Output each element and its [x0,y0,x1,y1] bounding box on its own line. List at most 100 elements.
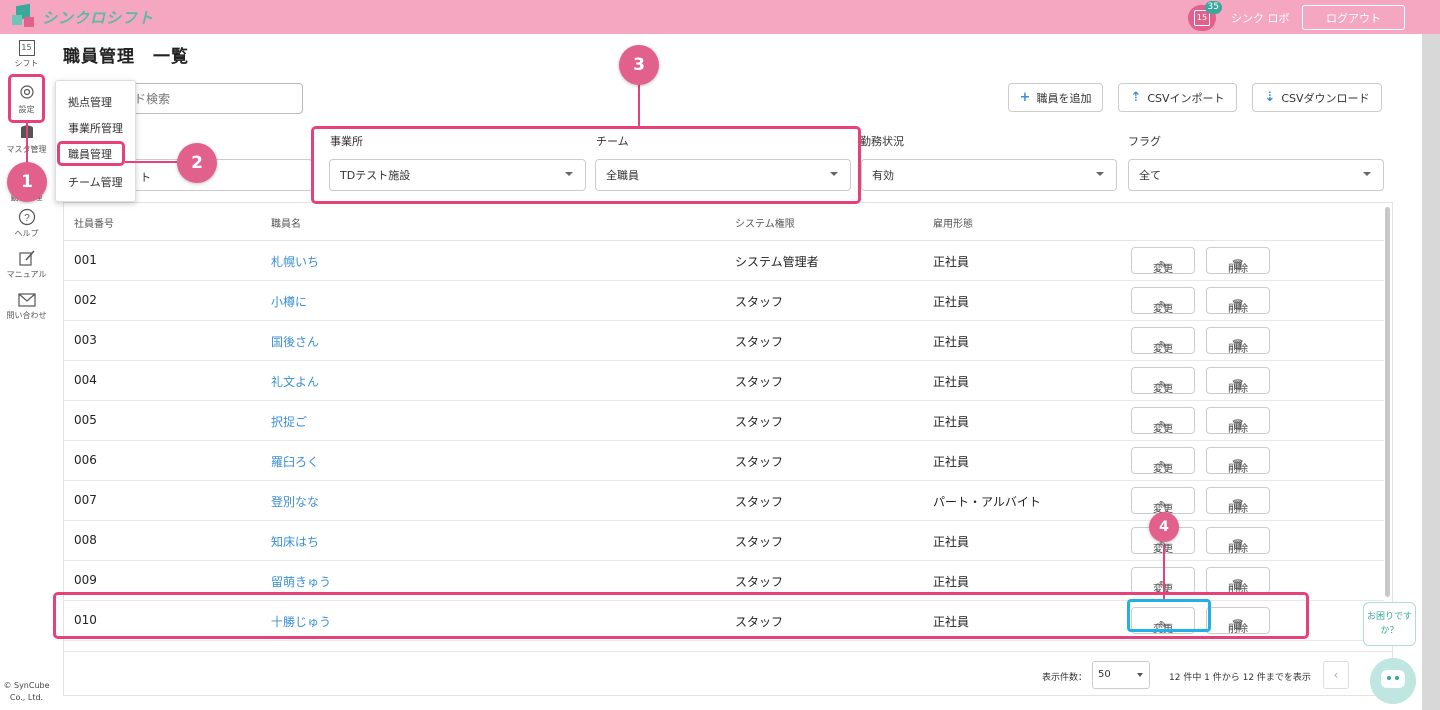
system-role: スタッフ [735,455,784,469]
delete-button[interactable]: 🗑 削除 [1206,487,1270,515]
sidebar-item-label: ヘルプ [14,229,39,238]
sidebar-item-manual[interactable]: マニュアル [0,249,53,280]
edit-button[interactable]: ✎変更 [1131,367,1195,395]
page-title: 職員管理 一覧 [63,47,189,67]
edit-button[interactable]: ✎変更 [1131,247,1195,275]
table-scrollbar[interactable] [1385,207,1390,597]
add-staff-button[interactable]: + 職員を追加 [1008,83,1103,112]
add-staff-label: 職員を追加 [1036,91,1092,105]
system-role: スタッフ [735,295,784,309]
per-page-label: 表示件数： [1042,673,1088,683]
flag-filter-label: フラグ [1128,135,1161,148]
delete-label: 削除 [1228,464,1248,475]
app-logo[interactable]: シンクロシフト [10,3,154,31]
staff-name-link[interactable]: 択捉ご [271,413,307,430]
staff-number: 005 [74,413,97,427]
delete-button[interactable]: 🗑 削除 [1206,447,1270,475]
edit-button[interactable]: ✎変更 [1131,447,1195,475]
employment-type: 正社員 [933,295,970,309]
sidebar-item-label: マニュアル [6,270,47,279]
menu-item-location[interactable]: 拠点管理 [68,94,112,110]
system-role: スタッフ [735,495,784,509]
employment-type: 正社員 [933,375,970,389]
delete-label: 削除 [1228,424,1248,435]
status-filter-label: 勤務状況 [860,135,904,148]
per-page-value: 50 [1098,669,1111,680]
annotation-arrow [638,83,640,126]
delete-button[interactable]: 🗑 削除 [1206,407,1270,435]
status-filter-value: 有効 [872,169,894,182]
staff-name-link[interactable]: 札幌いち [271,253,319,270]
employment-type: 正社員 [933,575,970,589]
employment-type: 正社員 [933,455,970,469]
employment-type: 正社員 [933,415,970,429]
employment-type: 正社員 [933,335,970,349]
mail-icon [17,293,36,307]
sidebar-item-contact[interactable]: 問い合わせ [0,292,53,321]
staff-number: 006 [74,453,97,467]
highlight-settings [8,74,45,123]
sidebar-item-shift[interactable]: 15 シフト [0,40,53,69]
edit-icon [18,250,35,266]
system-role: スタッフ [735,335,784,349]
hidden-filter-value: ト [140,171,151,184]
system-role: システム管理者 [735,255,819,269]
staff-name-link[interactable]: 小樽に [271,293,307,310]
previous-page-button[interactable]: ‹ [1323,661,1349,689]
delete-label: 削除 [1228,344,1248,355]
sidebar-item-help[interactable]: ? ヘルプ [0,208,53,239]
staff-number: 001 [74,253,97,267]
staff-name-link[interactable]: 知床はち [271,533,319,550]
delete-button[interactable]: 🗑 削除 [1206,247,1270,275]
highlight-staff-menu [57,141,125,166]
annotation-arrow [1163,545,1165,599]
notification-count-badge: 35 [1204,1,1222,14]
csv-download-button[interactable]: ⇣ CSVダウンロード [1252,83,1382,112]
system-role: スタッフ [735,535,784,549]
system-role: スタッフ [735,375,784,389]
employment-type: パート・アルバイト [933,495,1041,509]
help-bubble[interactable]: お困りですか？ [1363,602,1416,646]
highlight-row-010 [53,592,1309,639]
staff-name-link[interactable]: 礼文よん [271,373,319,390]
staff-name-link[interactable]: 留萌きゅう [271,573,331,590]
user-name: シンク ロボ [1231,12,1290,25]
staff-name-link[interactable]: 羅臼ろく [271,453,319,470]
delete-button[interactable]: 🗑 削除 [1206,327,1270,355]
table-row: 004 礼文よん スタッフ 正社員 ✎ 変更 🗑 削除 [64,361,1384,401]
delete-button[interactable]: 🗑 削除 [1206,527,1270,555]
delete-button[interactable]: 🗑 削除 [1206,367,1270,395]
flag-filter-select[interactable]: 全て [1128,159,1384,191]
status-filter-select[interactable]: 有効 [861,159,1117,191]
highlight-filters [311,126,861,204]
edit-button[interactable]: ✎変更 [1131,327,1195,355]
top-bar: シンクロシフト 15 35 シンク ロボ ログアウト [0,0,1440,34]
copyright: © SynCube Co., Ltd. [3,681,50,702]
notification-calendar-button[interactable]: 15 35 [1188,1,1222,31]
edit-button[interactable]: ✎変更 [1131,407,1195,435]
menu-item-office[interactable]: 事業所管理 [68,120,123,136]
logo-text: シンクロシフト [42,8,155,27]
highlight-edit-button [1127,599,1211,632]
menu-item-team[interactable]: チーム管理 [68,174,123,190]
svg-text:?: ? [24,213,30,224]
delete-button[interactable]: 🗑 削除 [1206,567,1270,595]
per-page-select[interactable]: 50 [1092,661,1150,689]
chevron-down-icon [1363,172,1371,176]
delete-button[interactable]: 🗑 削除 [1206,287,1270,315]
edit-label: 変更 [1153,304,1173,315]
staff-name-link[interactable]: 登別なな [271,493,319,510]
edit-button[interactable]: ✎変更 [1131,287,1195,315]
table-row: 007 登別なな スタッフ パート・アルバイト ✎ 変更 🗑 削除 [64,481,1384,521]
flag-filter-value: 全て [1139,169,1161,182]
edit-label: 変更 [1153,384,1173,395]
chatbot-robot-icon[interactable] [1370,658,1416,704]
staff-number: 002 [74,293,97,307]
csv-import-button[interactable]: ⇡ CSVインポート [1118,83,1237,112]
system-role: スタッフ [735,575,784,589]
chevron-down-icon [1096,172,1104,176]
logout-button[interactable]: ログアウト [1302,5,1405,30]
window-edge [1422,34,1440,710]
staff-name-link[interactable]: 国後さん [271,333,319,350]
edit-button[interactable]: ✎変更 [1131,487,1195,515]
